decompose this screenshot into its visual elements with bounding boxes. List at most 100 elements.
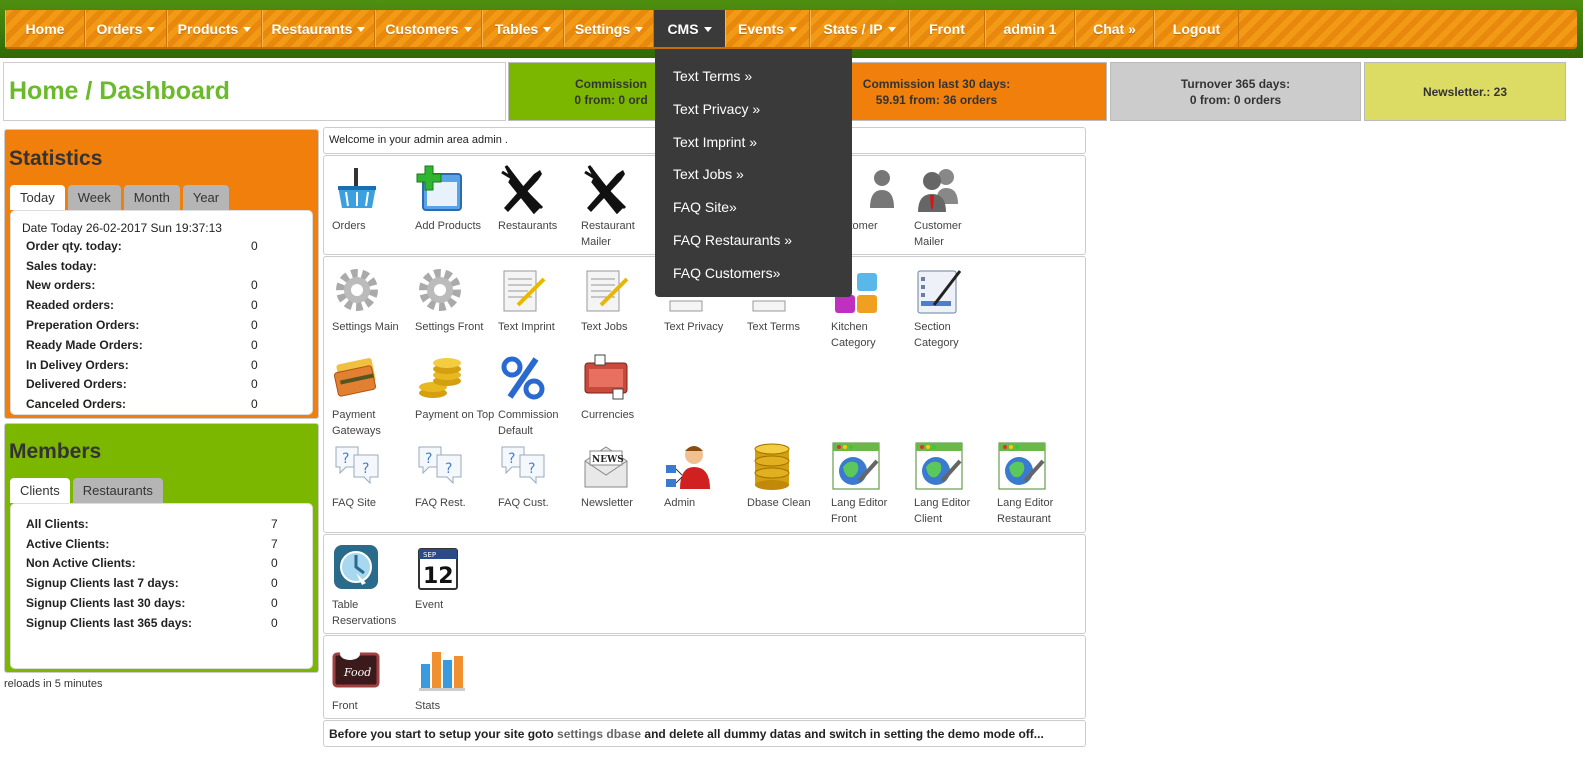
members-panel: Members Clients Restaurants All Clients:… [4,423,319,673]
tab-year[interactable]: Year [182,185,230,210]
tile-faq-site[interactable]: ?? FAQ Site [332,441,412,511]
page-title-box: Home / Dashboard [3,62,506,121]
tile-front[interactable]: Food Front [332,644,412,714]
stats-row: Delivered Orders: 0 [26,377,258,392]
menu-item-faq-customers[interactable]: FAQ Customers» [673,265,780,281]
percent-icon [501,356,545,400]
chevron-down-icon [703,27,712,32]
svg-text:Food: Food [343,666,371,679]
settings-shortcuts: Settings Main Settings Front Text Imprin… [323,256,1086,533]
tile-settings-front[interactable]: Settings Front [415,265,495,335]
menu-item-text-privacy[interactable]: Text Privacy » [673,101,760,117]
stats-row: Preperation Orders: 0 [26,318,258,333]
front-shortcuts: Food Front Stats [323,635,1086,719]
members-body: All Clients: 7 Active Clients: 7 Non Activ… [10,503,313,669]
nav-products[interactable]: Products [167,10,262,47]
svg-text:SEP: SEP [423,551,436,559]
tile-section-category[interactable]: Section Category [914,265,994,351]
tile-restaurant-mailer[interactable]: Restaurant Mailer [581,164,661,250]
settings-dbase-link[interactable]: settings dbase [557,727,641,741]
coins-icon [419,358,461,398]
tile-payment-gateways[interactable]: Payment Gateways [332,353,412,439]
nav-stats[interactable]: Stats / IP [810,10,909,47]
tile-payment-on-top[interactable]: Payment on Top [415,353,495,423]
statistics-body: Date Today 26-02-2017 Sun 19:37:13 Order… [10,210,313,415]
bar-chart-icon [419,652,465,691]
nav-home[interactable]: Home [5,10,85,47]
admin-user-icon [666,446,710,489]
turnover-box: Turnover 365 days: 0 from: 0 orders [1110,62,1361,121]
page-title: Home / Dashboard [9,77,230,105]
tile-admin[interactable]: Admin [664,441,744,511]
tile-restaurants[interactable]: Restaurants [498,164,578,234]
chevron-down-icon [243,27,252,32]
tile-text-imprint[interactable]: Text Imprint [498,265,578,335]
tile-customer[interactable]: stomer [844,164,924,234]
nav-events[interactable]: Events [725,10,810,47]
tile-newsletter[interactable]: NEWS Newsletter [581,441,661,511]
gear-icon [419,269,461,311]
chevron-down-icon [147,27,156,32]
members-row: Signup Clients last 7 days: 0 [26,576,278,591]
tile-lang-editor-front[interactable]: Lang Editor Front [831,441,911,527]
tab-clients[interactable]: Clients [10,478,70,503]
nav-admin[interactable]: admin 1 [985,10,1075,47]
tile-currencies[interactable]: Currencies [581,353,661,423]
tile-lang-editor-client[interactable]: Lang Editor Client [914,441,994,527]
svg-text:NEWS: NEWS [592,455,624,465]
tile-table-reservations[interactable]: Table Reservations [332,543,412,629]
nav-tables[interactable]: Tables [482,10,564,47]
stats-row: Readed orders: 0 [26,298,258,313]
svg-text:?: ? [528,461,535,477]
tile-orders[interactable]: Orders [332,164,412,234]
members-row: Signup Clients last 30 days: 0 [26,596,278,611]
svg-text:?: ? [425,451,432,467]
tile-text-jobs[interactable]: Text Jobs [581,265,661,335]
nav-front[interactable]: Front [909,10,985,47]
users-icon [918,169,958,212]
members-tabs: Clients Restaurants [10,478,163,503]
nav-customers[interactable]: Customers [375,10,482,47]
tile-faq-cust[interactable]: ?? FAQ Cust. [498,441,578,511]
nav-cms[interactable]: CMS [654,10,725,47]
reservation-icon [334,545,378,589]
statistics-panel: Statistics Today Week Month Year Date To… [4,129,319,419]
tile-faq-rest[interactable]: ?? FAQ Rest. [415,441,495,511]
nav-settings[interactable]: Settings [564,10,654,47]
tile-add-products[interactable]: Add Products [415,164,495,234]
tab-today[interactable]: Today [10,185,65,210]
document-pencil-icon [586,270,629,312]
svg-text:?: ? [445,461,452,477]
tile-dbase-clean[interactable]: Dbase Clean [747,441,827,511]
globe-editor-icon [832,442,880,490]
menu-item-faq-restaurants[interactable]: FAQ Restaurants » [673,232,792,248]
nav-restaurants[interactable]: Restaurants [262,10,375,47]
chevron-down-icon [635,27,644,32]
tab-restaurants[interactable]: Restaurants [72,478,163,503]
menu-item-faq-site[interactable]: FAQ Site» [673,199,737,215]
stats-date: Date Today 26-02-2017 Sun 19:37:13 [22,221,222,235]
checklist-icon [917,270,962,314]
tab-month[interactable]: Month [123,185,180,210]
nav-logout[interactable]: Logout [1154,10,1239,47]
tile-customer-mailer[interactable]: Customer Mailer [914,164,994,250]
svg-text:?: ? [342,451,349,467]
stats-row: In Delivey Orders: 0 [26,357,258,372]
members-row: Active Clients: 7 [26,536,278,551]
menu-item-text-terms[interactable]: Text Terms » [673,68,752,84]
stats-row: Ready Made Orders: 0 [26,337,258,352]
nav-chat[interactable]: Chat » [1075,10,1154,47]
tile-settings-main[interactable]: Settings Main [332,265,412,335]
tile-stats[interactable]: Stats [415,644,495,714]
menu-item-text-imprint[interactable]: Text Imprint » [673,134,757,150]
nav-orders[interactable]: Orders [85,10,167,47]
add-window-icon [416,165,462,211]
tab-week[interactable]: Week [67,185,121,210]
tile-commission-default[interactable]: Commission Default [498,353,578,439]
menu-item-text-jobs[interactable]: Text Jobs » [673,166,744,182]
reservation-shortcuts: Table Reservations SEP 12 Event [323,534,1086,634]
tile-event[interactable]: SEP 12 Event [415,543,495,613]
tile-lang-editor-restaurant[interactable]: Lang Editor Restaurant [997,441,1077,527]
svg-text:?: ? [362,461,369,477]
statistics-tabs: Today Week Month Year [10,185,230,210]
